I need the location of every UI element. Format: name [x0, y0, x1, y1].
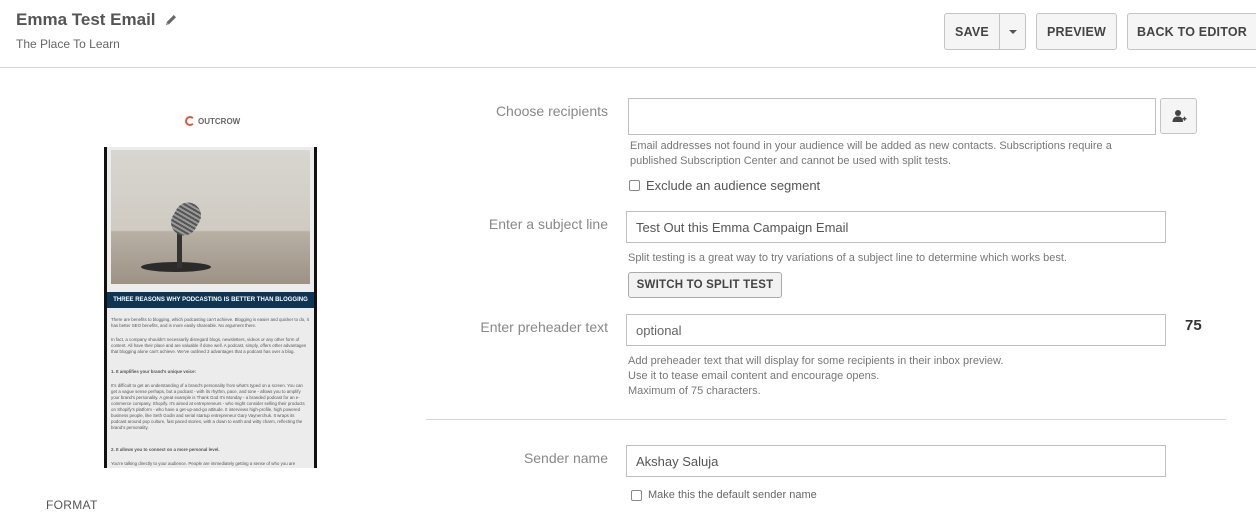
email-title-text: Emma Test Email	[16, 10, 156, 29]
preview-headline: THREE REASONS WHY PODCASTING IS BETTER T…	[107, 292, 314, 308]
preheader-help-2: Use it to tease email content and encour…	[628, 370, 880, 382]
outcrow-logo-icon	[185, 116, 195, 126]
email-preview[interactable]: THREE REASONS WHY PODCASTING IS BETTER T…	[104, 147, 317, 468]
back-to-editor-button[interactable]: BACK TO EDITOR	[1127, 13, 1256, 50]
preheader-label: Enter preheader text	[480, 319, 608, 335]
preview-paragraph: You're talking directly to your audience…	[111, 461, 296, 466]
preview-button[interactable]: PREVIEW	[1036, 13, 1117, 50]
preheader-help-3: Maximum of 75 characters.	[628, 385, 761, 397]
microphone-image	[111, 150, 310, 284]
save-options-button[interactable]	[999, 13, 1026, 50]
pencil-icon[interactable]	[164, 13, 178, 27]
recipients-label: Choose recipients	[495, 103, 608, 119]
outcrow-logo: OUTCROW	[185, 116, 240, 126]
recipients-help-2: published Subscription Center and cannot…	[630, 155, 952, 167]
logo-text: OUTCROW	[198, 116, 241, 126]
add-recipient-button[interactable]	[1160, 98, 1197, 134]
default-sender-checkbox[interactable]	[631, 489, 642, 501]
subject-input[interactable]: Test Out this Emma Campaign Email	[626, 211, 1166, 243]
exclude-segment-label: Exclude an audience segment	[646, 178, 821, 193]
preview-paragraph: 1. It amplifies your brand's unique voic…	[111, 369, 196, 374]
email-subtitle: The Place To Learn	[16, 37, 120, 51]
top-bar: Emma Test Email The Place To Learn SAVE …	[0, 0, 1256, 68]
preview-paragraph: There are benefits to blogging, which po…	[111, 317, 309, 328]
preview-paragraph: It's difficult to get an understanding o…	[111, 383, 305, 430]
preview-paragraph: 2. It allows you to connect on a more pe…	[111, 447, 220, 452]
format-label: FORMAT	[46, 498, 98, 512]
preheader-character-count: 75	[1185, 317, 1202, 334]
microphone-base	[141, 262, 211, 272]
chevron-down-icon	[1008, 29, 1017, 34]
switch-to-split-test-button[interactable]: SWITCH TO SPLIT TEST	[628, 272, 782, 298]
email-title: Emma Test Email	[16, 10, 178, 30]
save-button[interactable]: SAVE	[944, 13, 1000, 50]
subject-help: Split testing is a great way to try vari…	[628, 252, 1067, 264]
preheader-help-1: Add preheader text that will display for…	[628, 355, 1004, 367]
exclude-segment-row[interactable]: Exclude an audience segment	[629, 178, 820, 193]
sender-label: Sender name	[523, 450, 608, 466]
exclude-segment-checkbox[interactable]	[629, 180, 640, 191]
add-person-icon	[1172, 110, 1186, 122]
preheader-input[interactable]: optional	[626, 314, 1166, 346]
sender-name-input[interactable]: Akshay Saluja	[626, 445, 1166, 477]
microphone-head	[166, 197, 206, 241]
default-sender-label: Make this the default sender name	[648, 489, 817, 501]
section-divider	[426, 419, 1226, 420]
recipients-help-1: Email addresses not found in your audien…	[630, 140, 1112, 152]
default-sender-row[interactable]: Make this the default sender name	[631, 489, 817, 501]
preview-paragraph: In fact, a company shouldn't necessarily…	[111, 337, 307, 354]
subject-label: Enter a subject line	[488, 216, 608, 232]
recipients-input[interactable]	[628, 98, 1156, 135]
